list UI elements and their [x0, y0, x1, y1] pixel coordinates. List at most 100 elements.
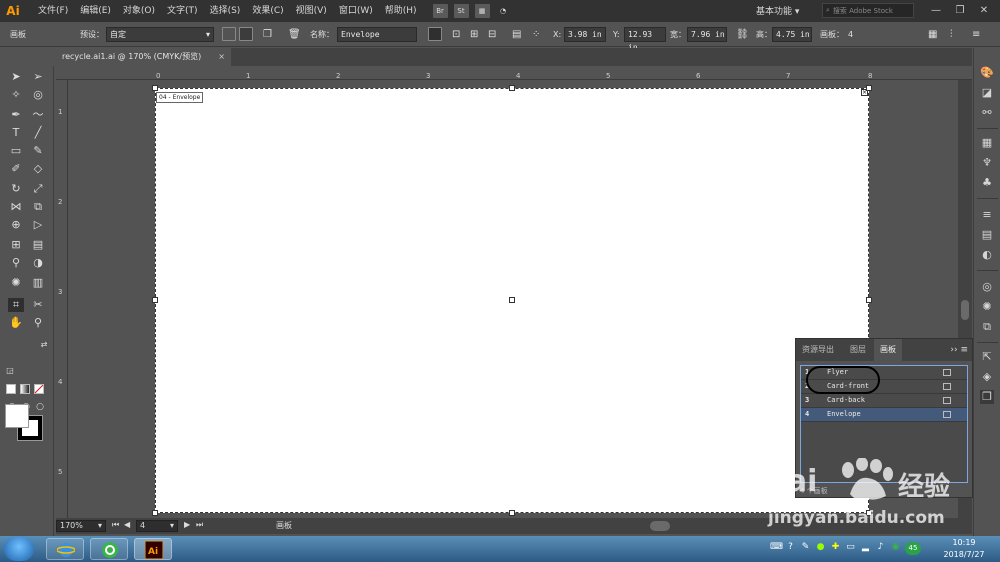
resize-handle[interactable]: [152, 510, 158, 516]
color-guide-icon[interactable]: ◪: [980, 86, 994, 100]
eraser-tool-icon[interactable]: ◇: [30, 162, 46, 176]
symbol-sprayer-tool-icon[interactable]: ✺: [8, 276, 24, 290]
app-tray-icon[interactable]: ●: [815, 542, 826, 553]
previous-artboard-icon[interactable]: ◀: [124, 520, 130, 529]
lasso-tool-icon[interactable]: ◎: [30, 88, 46, 102]
landscape-orientation-icon[interactable]: [239, 27, 253, 41]
menu-effect[interactable]: 效果(C): [246, 0, 289, 22]
gradient-icon[interactable]: ▤: [980, 228, 994, 242]
artboard-options-icon[interactable]: [943, 397, 951, 404]
start-button[interactable]: [4, 537, 34, 561]
move-with-artboard-icon[interactable]: [428, 27, 442, 41]
first-artboard-icon[interactable]: ⏮: [112, 520, 119, 530]
center-handle[interactable]: [509, 297, 515, 303]
menu-type[interactable]: 文字(T): [161, 0, 204, 22]
taskbar-illustrator[interactable]: Ai: [134, 538, 172, 560]
delete-artboard-icon[interactable]: 🗑: [288, 22, 301, 47]
help-icon[interactable]: ?: [785, 542, 796, 553]
selection-tool-icon[interactable]: ➤: [8, 70, 24, 84]
gpu-performance-icon[interactable]: ◔: [496, 4, 511, 18]
draw-inside-icon[interactable]: ○: [32, 400, 48, 414]
fill-color-swatch[interactable]: [5, 404, 29, 428]
menu-select[interactable]: 选择(S): [204, 0, 247, 22]
portrait-orientation-icon[interactable]: [222, 27, 236, 41]
type-tool-icon[interactable]: T: [8, 126, 24, 140]
list-item-selected[interactable]: 4 Envelope: [801, 408, 967, 422]
menu-edit[interactable]: 编辑(E): [74, 0, 117, 22]
mesh-tool-icon[interactable]: ⊞: [8, 238, 24, 252]
keyboard-icon[interactable]: ⌨: [770, 542, 783, 553]
bridge-button[interactable]: Br: [432, 4, 448, 18]
zoom-tool-icon[interactable]: ⚲: [30, 316, 46, 330]
default-fill-stroke-icon[interactable]: ◲: [2, 364, 18, 378]
artboard-options-icon[interactable]: [943, 369, 951, 376]
scale-tool-icon[interactable]: ⤢: [30, 182, 46, 196]
next-artboard-icon[interactable]: ▶: [184, 520, 190, 529]
menu-file[interactable]: 文件(F): [32, 0, 74, 22]
reference-point-icon[interactable]: ⁘: [532, 22, 540, 47]
graphic-styles-icon[interactable]: ✺: [980, 300, 994, 314]
monitor-icon[interactable]: ▭: [845, 542, 856, 553]
resize-handle[interactable]: [509, 510, 515, 516]
maximize-button[interactable]: ❐: [948, 0, 972, 20]
taskbar-360[interactable]: [90, 538, 128, 560]
appearance-icon[interactable]: ◎: [980, 280, 994, 294]
transform-icon[interactable]: ⧉: [980, 320, 994, 334]
arrange-documents-icon[interactable]: ▦: [474, 4, 490, 18]
artboard-envelope[interactable]: 04 - Envelope ×: [152, 85, 872, 516]
list-item[interactable]: 3 Card-back: [801, 394, 967, 408]
taskbar-clock[interactable]: 10:19 2018/7/27: [938, 537, 990, 561]
new-artboard-icon[interactable]: ❒: [263, 22, 272, 47]
layers-icon[interactable]: ◈: [980, 370, 994, 384]
menu-view[interactable]: 视图(V): [290, 0, 333, 22]
direct-selection-tool-icon[interactable]: ➢: [30, 70, 46, 84]
tab-artboards[interactable]: 画板: [874, 339, 902, 361]
control-panel-menu-icon[interactable]: ≡: [972, 22, 980, 47]
color-mode-icon[interactable]: [6, 384, 16, 394]
free-transform-tool-icon[interactable]: ⧉: [30, 200, 46, 214]
gradient-tool-icon[interactable]: ▤: [30, 238, 46, 252]
transparency-icon[interactable]: ◐: [980, 248, 994, 262]
curvature-tool-icon[interactable]: 〜: [30, 108, 46, 122]
volume-icon[interactable]: ♪: [875, 542, 886, 553]
gradient-mode-icon[interactable]: [20, 384, 30, 394]
resize-handle[interactable]: [152, 297, 158, 303]
workspace-switcher[interactable]: 基本功能 ▾: [756, 4, 799, 17]
width-field[interactable]: 7.96 in: [687, 27, 727, 42]
security-icon[interactable]: ✚: [830, 542, 841, 553]
artboard-options-icon[interactable]: [943, 411, 951, 418]
zoom-select[interactable]: 170% ▾: [56, 520, 106, 532]
slice-tool-icon[interactable]: ✂: [30, 298, 46, 312]
column-graph-tool-icon[interactable]: ▥: [30, 276, 46, 290]
artboard-navigation-select[interactable]: 4 ▾: [136, 520, 178, 532]
asset-export-icon[interactable]: ⇱: [980, 350, 994, 364]
magic-wand-tool-icon[interactable]: ✧: [8, 88, 24, 102]
document-tab[interactable]: recycle.ai1.ai @ 170% (CMYK/预览) ×: [56, 48, 231, 66]
resize-handle[interactable]: [509, 85, 515, 91]
rectangle-tool-icon[interactable]: ▭: [8, 144, 24, 158]
link-proportions-icon[interactable]: ⛓: [736, 22, 749, 47]
align-icon[interactable]: ⫶: [950, 22, 953, 47]
blend-tool-icon[interactable]: ◑: [30, 256, 46, 270]
x-field[interactable]: 3.98 in: [564, 27, 606, 42]
artboard-tool-icon[interactable]: ⌗: [8, 298, 24, 312]
shaper-tool-icon[interactable]: ✐: [8, 162, 24, 176]
minimize-button[interactable]: —: [924, 0, 948, 20]
tab-asset-export[interactable]: 资源导出: [796, 339, 840, 361]
height-field[interactable]: 4.75 in: [772, 27, 812, 42]
pen-tool-icon[interactable]: ✒: [8, 108, 24, 122]
show-cross-hairs-icon[interactable]: ⊞: [470, 22, 478, 47]
360-tray-icon[interactable]: ◉: [890, 542, 901, 553]
close-icon[interactable]: ×: [218, 48, 225, 66]
swap-fill-stroke-icon[interactable]: ⇄: [36, 338, 52, 352]
resize-handle[interactable]: [866, 85, 872, 91]
perspective-grid-tool-icon[interactable]: ▷: [30, 218, 46, 232]
taskbar-ie[interactable]: [46, 538, 84, 560]
symbols-icon[interactable]: ♣: [980, 176, 994, 190]
last-artboard-icon[interactable]: ⏭: [196, 520, 203, 530]
color-panel-icon[interactable]: 🎨: [980, 66, 994, 80]
swatches-icon[interactable]: ▦: [980, 136, 994, 150]
pen-icon[interactable]: ✎: [800, 542, 811, 553]
rearrange-artboards-icon[interactable]: ▦: [928, 22, 937, 47]
width-tool-icon[interactable]: ⋈: [8, 200, 24, 214]
